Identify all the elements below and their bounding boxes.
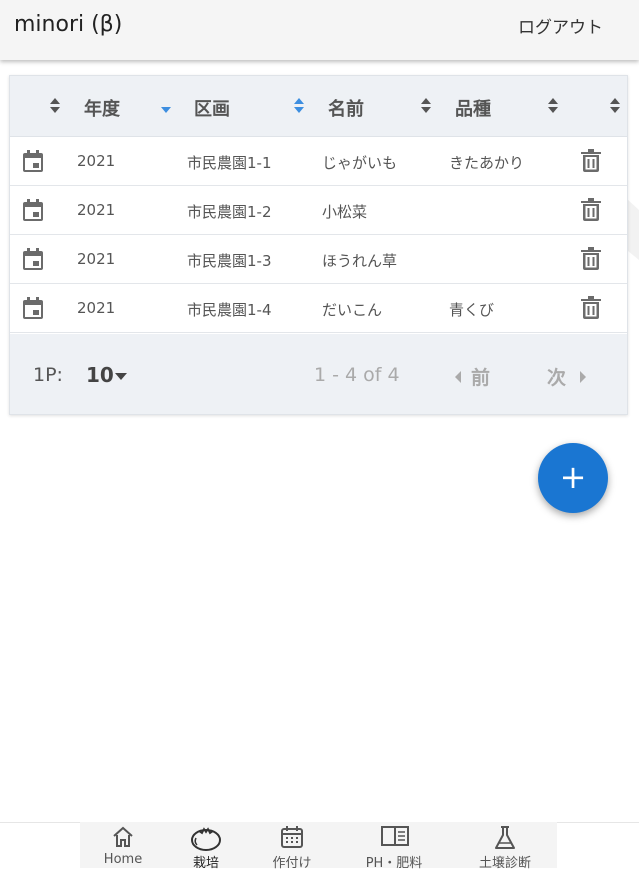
next-page-button[interactable]: 次: [547, 363, 587, 390]
cell-year: 2021: [77, 201, 116, 219]
nav-item-soil-diagnosis[interactable]: 土壌診断: [462, 822, 548, 871]
nav-item-ph-fertilizer[interactable]: PH・肥料: [348, 822, 440, 871]
sort-icon-actions[interactable]: [49, 98, 61, 114]
cell-year: 2021: [77, 299, 116, 317]
nav-item-home[interactable]: Home: [90, 822, 156, 868]
cell-plot: 市民農園1-4: [187, 301, 272, 319]
table-header: 年度 区画 名前 品種: [10, 76, 627, 137]
chevron-right-icon: [580, 371, 587, 383]
prev-page-label: 前: [471, 367, 491, 389]
sort-icon-variety[interactable]: [547, 98, 559, 114]
column-header-variety[interactable]: 品種: [455, 95, 491, 121]
cell-plot: 市民農園1-3: [187, 252, 272, 270]
pagination-range: 1 - 4 of 4: [314, 364, 400, 386]
app-title: minori (β): [14, 12, 123, 37]
table-row[interactable]: 2021 市民農園1-2 小松菜: [10, 186, 627, 235]
caret-down-icon[interactable]: [115, 373, 127, 380]
per-page-select[interactable]: 10: [86, 363, 114, 387]
tomato-icon: [191, 827, 221, 851]
crop-table-card: 年度 区画 名前 品種 2021 市民農園1-1 じゃがいも きたあかり 202…: [9, 75, 628, 415]
table-row[interactable]: 2021 市民農園1-3 ほうれん草: [10, 235, 627, 284]
sort-icon-delete[interactable]: [609, 98, 621, 114]
trash-icon[interactable]: [580, 198, 602, 222]
app-bar: minori (β) ログアウト: [0, 0, 639, 60]
next-page-label: 次: [547, 367, 567, 389]
nav-label-cultivation: 栽培: [192, 856, 219, 871]
table-row[interactable]: 2021 市民農園1-1 じゃがいも きたあかり: [10, 137, 627, 186]
nav-label-planting: 作付け: [272, 856, 312, 871]
nav-item-planting[interactable]: 作付け: [256, 822, 328, 871]
home-icon: [113, 826, 133, 847]
cell-year: 2021: [77, 250, 116, 268]
calendar-icon[interactable]: [22, 296, 44, 320]
trash-icon[interactable]: [580, 247, 602, 271]
cell-name: だいこん: [322, 301, 383, 319]
calendar-grid-icon: [281, 826, 303, 848]
sort-icon-name[interactable]: [420, 98, 432, 114]
cell-year: 2021: [77, 152, 116, 170]
cell-name: ほうれん草: [322, 252, 398, 270]
nav-item-cultivation[interactable]: 栽培: [176, 822, 236, 871]
column-header-plot[interactable]: 区画: [194, 95, 230, 121]
nav-label-soil-diagnosis: 土壌診断: [478, 856, 531, 871]
cell-name: じゃがいも: [322, 154, 398, 172]
cell-plot: 市民農園1-1: [187, 154, 272, 172]
calendar-icon[interactable]: [22, 247, 44, 271]
cell-variety: きたあかり: [449, 154, 525, 172]
flask-icon: [495, 826, 515, 849]
prev-page-button[interactable]: 前: [455, 363, 490, 390]
trash-icon[interactable]: [580, 296, 602, 320]
add-button[interactable]: +: [538, 443, 608, 513]
sort-icon-plot[interactable]: [293, 98, 305, 114]
bottom-nav: Home 栽培 作付け PH・肥料 土壌診断: [80, 822, 557, 871]
sort-icon-year[interactable]: [160, 98, 172, 114]
column-header-name[interactable]: 名前: [328, 95, 364, 121]
logout-button[interactable]: ログアウト: [518, 13, 603, 38]
cell-variety: 青くび: [449, 301, 495, 319]
calendar-icon[interactable]: [22, 198, 44, 222]
table-row[interactable]: 2021 市民農園1-4 だいこん 青くび: [10, 284, 627, 333]
per-page-label: 1P:: [33, 364, 63, 386]
book-icon: [381, 826, 409, 846]
cell-name: 小松菜: [322, 203, 368, 221]
trash-icon[interactable]: [580, 149, 602, 173]
plus-icon: +: [559, 458, 587, 496]
nav-label-home: Home: [103, 852, 143, 867]
chevron-left-icon: [455, 371, 461, 383]
calendar-icon[interactable]: [22, 149, 44, 173]
column-header-year[interactable]: 年度: [84, 95, 120, 121]
table-footer: 1P: 10 1 - 4 of 4 前 次: [10, 334, 627, 414]
nav-label-ph-fertilizer: PH・肥料: [365, 856, 423, 871]
cell-plot: 市民農園1-2: [187, 203, 272, 221]
